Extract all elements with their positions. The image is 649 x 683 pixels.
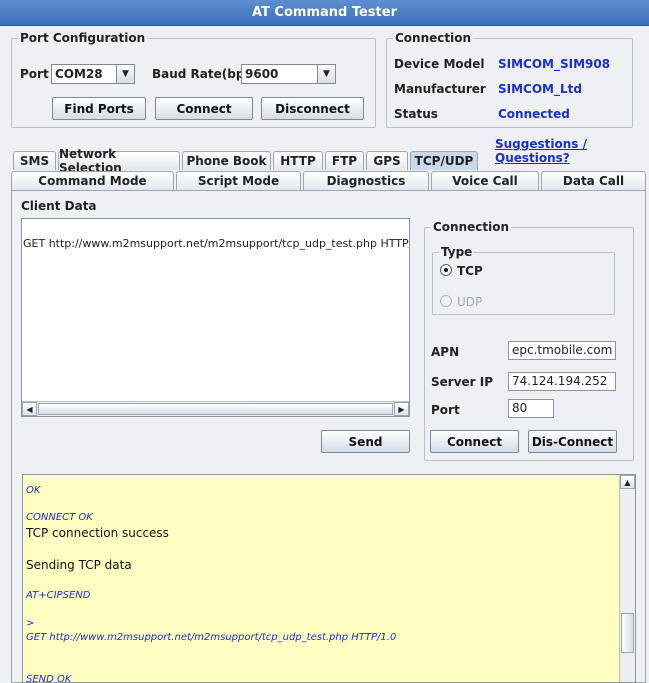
tab-network-selection[interactable]: Network Selection — [58, 147, 180, 175]
tab-command-mode[interactable]: Command Mode — [11, 171, 174, 190]
manufacturer-label: Manufacturer — [394, 82, 486, 96]
tab-data-call[interactable]: Data Call — [541, 171, 646, 190]
tab-gps[interactable]: GPS — [366, 151, 408, 170]
tcp-radio-label[interactable]: TCP — [457, 264, 483, 278]
scroll-up-icon[interactable]: ▲ — [620, 475, 635, 489]
radio-on-icon[interactable] — [440, 264, 452, 276]
chevron-down-icon[interactable]: ▼ — [317, 65, 335, 83]
port-field-label: Port — [431, 403, 460, 417]
apn-label: APN — [431, 345, 460, 359]
client-data-label: Client Data — [21, 199, 97, 213]
status-value: Connected — [498, 107, 570, 121]
scroll-thumb[interactable] — [621, 613, 634, 653]
radio-off-icon[interactable] — [440, 295, 452, 307]
log-line: SEND OK — [26, 674, 72, 683]
server-ip-field[interactable]: 74.124.194.252 — [508, 372, 616, 391]
chevron-down-icon[interactable]: ▼ — [116, 65, 134, 83]
tcp-connection-legend: Connection — [431, 220, 512, 234]
find-ports-button[interactable]: Find Ports — [52, 97, 146, 120]
scroll-right-icon[interactable]: ▶ — [394, 402, 409, 416]
send-button[interactable]: Send — [321, 430, 410, 453]
tab-http[interactable]: HTTP — [273, 151, 323, 170]
client-data-content: GET http://www.m2msupport.net/m2msupport… — [23, 237, 410, 250]
device-model-label: Device Model — [394, 57, 485, 71]
connection-info-legend: Connection — [393, 31, 474, 45]
log-line: Sending TCP data — [26, 558, 132, 572]
scroll-thumb[interactable] — [38, 403, 393, 415]
tab-ftp[interactable]: FTP — [325, 151, 364, 170]
window-title: AT Command Tester — [0, 0, 649, 26]
port-field[interactable]: 80 — [508, 399, 554, 418]
manufacturer-value: SIMCOM_Ltd — [498, 82, 582, 96]
log-output[interactable]: OK CONNECT OK TCP connection success Sen… — [22, 474, 636, 683]
client-data-textarea[interactable]: GET http://www.m2msupport.net/m2msupport… — [21, 218, 410, 417]
type-legend: Type — [439, 245, 475, 259]
port-label: Port — [20, 67, 49, 81]
suggestions-link[interactable]: Suggestions / Questions? — [495, 137, 649, 165]
tcp-connect-button[interactable]: Connect — [430, 430, 519, 453]
port-select-value: COM28 — [55, 67, 103, 81]
vertical-scrollbar[interactable]: ▲ — [619, 475, 635, 682]
connect-button[interactable]: Connect — [155, 97, 253, 120]
log-line: GET http://www.m2msupport.net/m2msupport… — [26, 632, 397, 643]
device-model-value: SIMCOM_SIM908 — [498, 57, 611, 71]
port-configuration-legend: Port Configuration — [18, 31, 148, 45]
tcp-disconnect-button[interactable]: Dis-Connect — [528, 430, 617, 453]
disconnect-button[interactable]: Disconnect — [261, 97, 364, 120]
status-label: Status — [394, 107, 438, 121]
log-line: > — [26, 618, 35, 629]
apn-field[interactable]: epc.tmobile.com — [508, 341, 616, 360]
horizontal-scrollbar[interactable]: ◀ ▶ — [22, 401, 409, 416]
log-line: OK — [26, 485, 41, 496]
scroll-left-icon[interactable]: ◀ — [22, 402, 37, 416]
baud-rate-select[interactable]: 9600 ▼ — [241, 64, 336, 84]
port-select[interactable]: COM28 ▼ — [51, 64, 135, 84]
tab-phone-book[interactable]: Phone Book — [182, 151, 271, 170]
tab-voice-call[interactable]: Voice Call — [431, 171, 539, 190]
server-ip-label: Server IP — [431, 375, 494, 389]
baud-rate-value: 9600 — [245, 67, 279, 81]
tab-script-mode[interactable]: Script Mode — [176, 171, 301, 190]
log-line: CONNECT OK — [26, 512, 93, 523]
log-line: AT+CIPSEND — [26, 590, 91, 601]
udp-radio-label[interactable]: UDP — [457, 295, 482, 309]
tab-diagnostics[interactable]: Diagnostics — [303, 171, 429, 190]
tab-tcp-udp[interactable]: TCP/UDP — [410, 151, 478, 170]
log-line: TCP connection success — [26, 526, 169, 540]
tab-sms[interactable]: SMS — [13, 151, 56, 170]
